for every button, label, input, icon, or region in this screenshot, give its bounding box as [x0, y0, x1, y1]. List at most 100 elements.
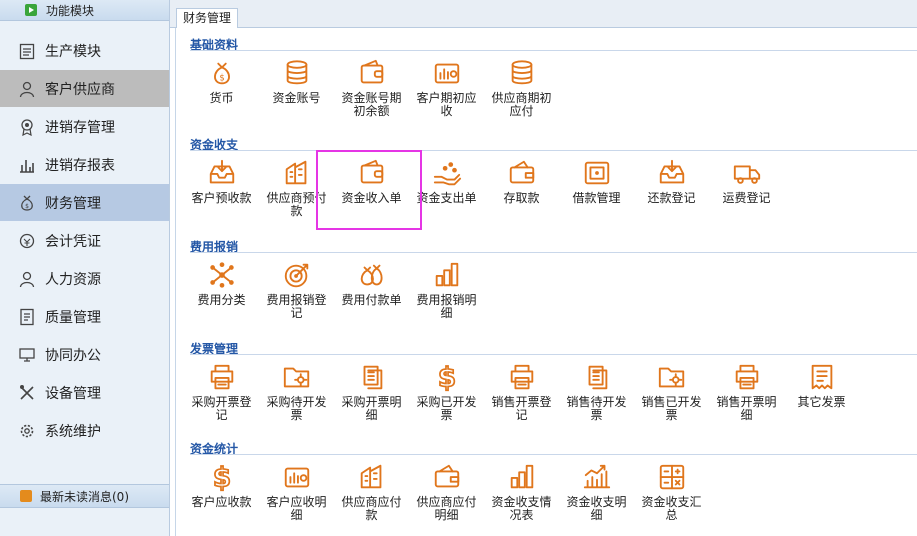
sidebar-item-4[interactable]: $ 财务管理 [0, 184, 169, 221]
svg-text:$: $ [437, 363, 455, 392]
module-tile[interactable]: 采购开票明细 [334, 362, 409, 422]
printer-icon [510, 364, 533, 390]
gear-icon [18, 422, 36, 440]
module-tile[interactable]: $ 采购已开发票 [409, 362, 484, 422]
module-tile[interactable]: 资金收支汇总 [634, 462, 709, 522]
tile-label-line2: 细 [590, 508, 603, 522]
money-bags-icon [360, 264, 383, 286]
inbox-download-icon [659, 159, 684, 184]
module-tile[interactable]: 费用报销登记 [259, 260, 334, 320]
tab-finance[interactable]: 财务管理 [176, 8, 239, 28]
bar-chart-icon [510, 464, 533, 489]
sidebar-item-0[interactable]: 生产模块 [0, 32, 169, 69]
module-tile[interactable]: 还款登记 [634, 158, 709, 205]
sidebar-item-8[interactable]: 协同办公 [0, 336, 169, 373]
sidebar-item-9[interactable]: 设备管理 [0, 374, 169, 411]
tile-label-line2: 应付 [509, 104, 534, 118]
tile-label-line2: 况表 [509, 508, 534, 522]
medal-icon [18, 118, 36, 136]
tile-label-line2: 收 [440, 104, 453, 118]
module-tile[interactable]: 运费登记 [709, 158, 784, 205]
tile-label-line2: 票 [590, 408, 603, 422]
sidebar-item-10[interactable]: 系统维护 [0, 412, 169, 449]
module-tile[interactable]: 供应商期初 应付 [484, 58, 559, 118]
sidebar-item-label: 质量管理 [45, 309, 101, 326]
printer-icon [735, 364, 758, 390]
module-tile[interactable]: 费用分类 [184, 260, 259, 307]
tile-label-line1: 存取款 [503, 191, 540, 205]
tile-label-line1: 资金账号 [272, 91, 321, 105]
sidebar-item-3[interactable]: 进销存报表 [0, 146, 169, 183]
truck-icon [733, 165, 760, 184]
module-tile[interactable]: 其它发票 [784, 362, 859, 409]
module-tile[interactable]: 费用付款单 [334, 260, 409, 307]
sidebar-item-label: 进销存报表 [45, 157, 115, 174]
coin-stack-icon [511, 60, 532, 85]
module-tile[interactable]: 费用报销明细 [409, 260, 484, 320]
dollar-icon: $ [212, 463, 232, 492]
module-tile[interactable]: 客户预收款 [184, 158, 259, 205]
sidebar-item-2[interactable]: 进销存管理 [0, 108, 169, 145]
money-bag-icon: $ [213, 62, 230, 85]
module-tile[interactable]: 客户期初应收 [409, 58, 484, 118]
building-chart-icon [360, 464, 381, 489]
sidebar-item-label: 系统维护 [45, 423, 101, 440]
network-icon [209, 262, 234, 288]
module-tile[interactable]: 供应商应付款 [334, 462, 409, 522]
documents-icon [363, 365, 382, 390]
module-tile[interactable]: $ 货币 [184, 58, 259, 105]
module-content: 基础资料 $ 货币 资金账号 资金账号期 初余额 客户期初应收供应商期初 应付 资金收支 客户预收… [175, 28, 917, 536]
tile-label-line2: 票 [290, 408, 303, 422]
section-divider [190, 50, 917, 51]
module-tile[interactable]: 资金收支明细 [559, 462, 634, 522]
sidebar-item-1[interactable]: 客户供应商 [0, 70, 169, 107]
unread-messages-bar[interactable]: 最新未读消息(0) [0, 484, 169, 508]
line-chart-icon [583, 464, 610, 489]
module-tile[interactable]: 销售已开发票 [634, 362, 709, 422]
document-icon [18, 308, 36, 326]
unread-messages-label: 最新未读消息(0) [40, 489, 129, 504]
section-divider [190, 354, 917, 355]
tile-label-line2: 细 [440, 306, 453, 320]
module-tile[interactable]: $ 客户应收款 [184, 462, 259, 509]
wallet-icon [360, 59, 383, 84]
target-icon [284, 263, 308, 288]
wallet-arrow-icon [434, 464, 459, 488]
module-tile[interactable]: 资金账号 [259, 58, 334, 105]
module-tile[interactable]: 销售待开发票 [559, 362, 634, 422]
inbox-download-icon [209, 159, 234, 184]
sidebar-item-label: 设备管理 [45, 385, 101, 402]
tile-label-line1: 还款登记 [647, 191, 696, 205]
speaker-icon [20, 490, 32, 502]
calculator-icon [659, 464, 684, 490]
monitor-icon [18, 346, 36, 364]
person-icon [18, 270, 36, 288]
tab-bar: 财务管理 [170, 0, 917, 28]
folder-gear-icon [283, 367, 309, 388]
module-tile[interactable]: 采购开票登记 [184, 362, 259, 422]
module-tile[interactable]: 销售开票明细 [709, 362, 784, 422]
module-tile[interactable]: 采购待开发票 [259, 362, 334, 422]
svg-text:$: $ [25, 203, 29, 210]
tile-label-line1: 货币 [209, 91, 234, 105]
tile-label-line2: 明细 [434, 508, 459, 522]
module-tile[interactable]: 销售开票登记 [484, 362, 559, 422]
module-tile[interactable]: 资金账号期 初余额 [334, 58, 409, 118]
wallet-chart-icon [284, 467, 309, 488]
sidebar-item-label: 财务管理 [45, 195, 101, 212]
svg-text:$: $ [212, 463, 230, 492]
tile-label-line1: 运费登记 [722, 191, 771, 205]
sidebar-item-5[interactable]: 会计凭证 [0, 222, 169, 259]
module-tile[interactable]: 客户应收明细 [259, 462, 334, 522]
sidebar-item-7[interactable]: 质量管理 [0, 298, 169, 335]
module-tile[interactable]: 资金收支情 况表 [484, 462, 559, 522]
sidebar-item-6[interactable]: 人力资源 [0, 260, 169, 297]
tile-label-line2: 初余额 [353, 104, 390, 118]
module-tile[interactable]: 供应商应付 明细 [409, 462, 484, 522]
tile-label-line2: 细 [740, 408, 753, 422]
module-tile[interactable]: 借款管理 [559, 158, 634, 205]
receipt-icon [811, 364, 832, 390]
tile-label-line2: 细 [290, 508, 303, 522]
module-tile[interactable]: 存取款 [484, 158, 559, 205]
sidebar-item-label: 进销存管理 [45, 119, 115, 136]
